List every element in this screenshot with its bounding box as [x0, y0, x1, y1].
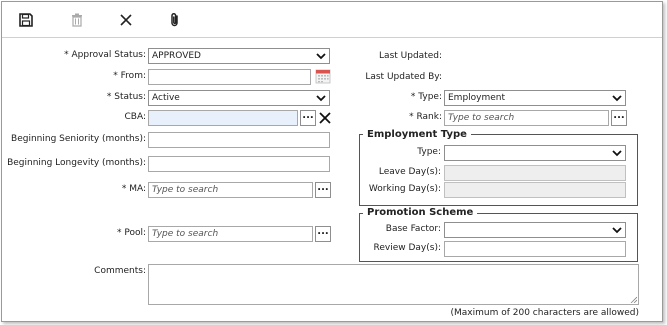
review-days-label: Review Day(s):: [373, 243, 442, 253]
working-days-input: [444, 182, 626, 198]
toolbar: [2, 2, 662, 38]
chevron-down-icon: [612, 227, 622, 234]
chevron-down-icon: [316, 53, 326, 60]
delete-button[interactable]: [66, 9, 88, 31]
comments-textarea[interactable]: [148, 264, 639, 305]
cba-label: CBA:: [124, 112, 147, 122]
close-x-icon: [120, 14, 132, 26]
clear-x-icon: [319, 112, 331, 124]
approval-status-label: * Approval Status:: [64, 50, 146, 60]
status-label: * Status:: [106, 92, 146, 102]
ma-label: * MA:: [121, 184, 146, 194]
type-select[interactable]: Employment: [444, 90, 626, 106]
close-button[interactable]: [115, 9, 137, 31]
type-label: * Type:: [410, 92, 442, 102]
trash-icon: [72, 13, 82, 27]
attach-button[interactable]: [164, 9, 186, 31]
save-button[interactable]: [15, 9, 37, 31]
last-updated-by-label: Last Updated By:: [365, 72, 442, 82]
beginning-longevity-label: Beginning Longevity (months):: [7, 158, 146, 168]
beginning-longevity-input[interactable]: [148, 156, 330, 172]
ma-lookup-button[interactable]: ...: [315, 182, 331, 198]
pool-label: * Pool:: [116, 228, 146, 238]
floppy-disk-icon: [19, 13, 33, 27]
status-value: Active: [152, 93, 180, 103]
employment-record-dialog: * Approval Status: APPROVED * From: * St…: [1, 1, 663, 322]
beginning-seniority-label: Beginning Seniority (months):: [11, 134, 146, 144]
base-factor-label: Base Factor:: [385, 224, 441, 234]
from-label: * From:: [113, 71, 146, 81]
ma-placeholder: Type to search: [152, 185, 219, 195]
promotion-scheme-title: Promotion Scheme: [363, 207, 478, 219]
cba-lookup-button[interactable]: ...: [300, 110, 316, 126]
pool-search-input[interactable]: Type to search: [148, 226, 313, 242]
review-days-input[interactable]: [444, 241, 626, 257]
base-factor-select[interactable]: [444, 222, 626, 238]
rank-label: * Rank:: [409, 112, 442, 122]
beginning-seniority-input[interactable]: [148, 132, 330, 148]
employment-type-title: Employment Type: [363, 129, 471, 141]
approval-status-value: APPROVED: [152, 51, 201, 61]
status-select[interactable]: Active: [148, 90, 330, 106]
cba-input[interactable]: [148, 110, 298, 126]
resize-grip-icon[interactable]: [630, 296, 637, 303]
cba-clear-button[interactable]: [318, 110, 332, 126]
employment-type-select[interactable]: [444, 145, 626, 161]
leave-days-label: Leave Day(s):: [378, 167, 441, 177]
from-date-input[interactable]: [148, 69, 311, 85]
pool-lookup-button[interactable]: ...: [315, 226, 331, 242]
type-value: Employment: [448, 93, 506, 103]
paperclip-icon: [171, 12, 178, 27]
ma-search-input[interactable]: Type to search: [148, 182, 313, 198]
employment-type-label: Type:: [417, 147, 441, 157]
rank-search-input[interactable]: Type to search: [444, 110, 609, 126]
rank-placeholder: Type to search: [448, 113, 515, 123]
comments-label: Comments:: [94, 266, 146, 276]
chevron-down-icon: [316, 95, 326, 102]
chevron-down-icon: [612, 150, 622, 157]
calendar-button[interactable]: [315, 68, 331, 84]
approval-status-select[interactable]: APPROVED: [148, 48, 330, 64]
leave-days-input: [444, 165, 626, 181]
calendar-icon: [315, 69, 331, 84]
rank-lookup-button[interactable]: ...: [611, 110, 627, 126]
pool-placeholder: Type to search: [152, 229, 219, 239]
working-days-label: Working Day(s):: [368, 184, 441, 194]
chevron-down-icon: [612, 95, 622, 102]
last-updated-label: Last Updated:: [379, 51, 442, 61]
comments-hint: (Maximum of 200 characters are allowed): [450, 308, 640, 318]
